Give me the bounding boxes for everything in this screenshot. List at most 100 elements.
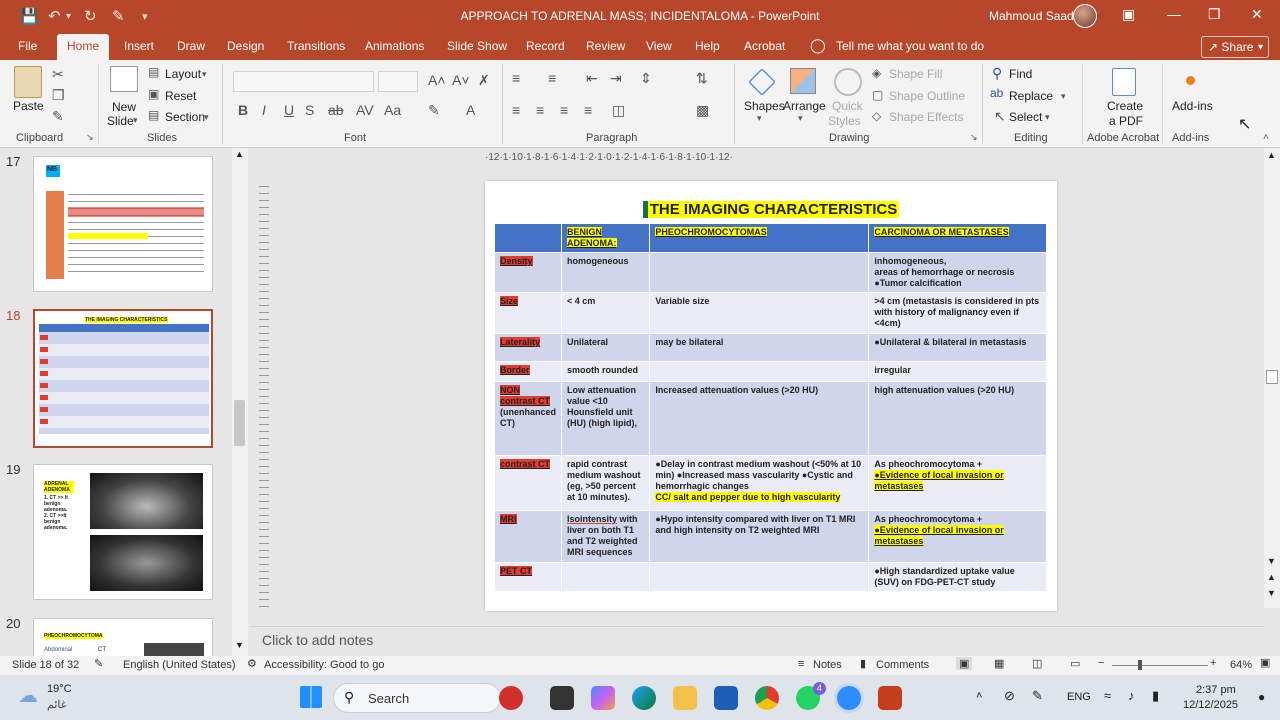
shape-fill-button[interactable]: Shape Fill	[889, 67, 942, 81]
shadow-icon[interactable]: S	[305, 102, 314, 118]
chevron-down-icon[interactable]: ▾	[202, 69, 207, 80]
show-hidden-icon[interactable]: ˄	[976, 690, 982, 702]
file-explorer-icon[interactable]	[673, 686, 697, 710]
char-spacing-icon[interactable]: AV	[356, 102, 374, 118]
chrome-icon[interactable]	[755, 686, 779, 710]
shape-effects-icon[interactable]: ◇	[872, 109, 881, 123]
language-status[interactable]: English (United States)	[123, 659, 236, 671]
reading-view-icon[interactable]: ◫	[1032, 657, 1042, 670]
minimize-icon[interactable]: —	[1167, 6, 1181, 22]
underline-icon[interactable]: U	[284, 102, 294, 118]
volume-icon[interactable]: ♪	[1128, 688, 1135, 703]
imaging-table[interactable]: BENIGN ADENOMA: PHEOCHROMOCYTOMAS CARCIN…	[495, 224, 1047, 592]
tab-animations[interactable]: Animations	[365, 39, 424, 53]
zoom-level[interactable]: 64%	[1230, 659, 1252, 671]
copilot-icon[interactable]	[591, 686, 615, 710]
zoom-app-icon[interactable]	[837, 686, 861, 710]
highlight-icon[interactable]: ✎	[428, 102, 440, 119]
italic-icon[interactable]: I	[262, 102, 266, 118]
arrange-button[interactable]: Arrange	[783, 99, 826, 113]
edge-icon[interactable]	[632, 686, 656, 710]
clock-time[interactable]: 2:37 pm	[1196, 684, 1236, 696]
paste-button[interactable]: Paste	[13, 99, 44, 113]
addins-button[interactable]: Add-ins	[1172, 99, 1213, 113]
increase-indent-icon[interactable]: ⇥	[610, 70, 622, 87]
align-left-icon[interactable]: ≡	[512, 102, 520, 118]
slideshow-icon[interactable]: ▭	[1070, 657, 1080, 670]
wifi-icon[interactable]: ≈	[1104, 688, 1111, 703]
smartart-icon[interactable]: ▩	[696, 102, 709, 119]
notes-placeholder[interactable]: Click to add notes	[262, 632, 373, 648]
accessibility-status[interactable]: Accessibility: Good to go	[264, 659, 384, 671]
slide-thumbnail-19[interactable]: ADRENAL ADENOMA 1. CT >> It benign adenoma…	[33, 464, 213, 600]
section-icon[interactable]: ▤	[148, 108, 159, 122]
close-icon[interactable]: ✕	[1251, 6, 1263, 23]
notes-button[interactable]: Notes	[813, 659, 842, 671]
reset-icon[interactable]: ▣	[148, 87, 159, 101]
scroll-thumb[interactable]	[1266, 370, 1278, 384]
scroll-thumb[interactable]	[234, 400, 245, 446]
task-view-icon[interactable]	[550, 686, 574, 710]
find-icon[interactable]: ⚲	[992, 65, 1002, 82]
justify-icon[interactable]: ≡	[584, 102, 592, 118]
pdf-icon[interactable]	[1112, 68, 1136, 96]
comments-button[interactable]: Comments	[876, 659, 929, 671]
scroll-down-icon[interactable]: ▼	[1267, 556, 1276, 566]
taskbar-search[interactable]: ⚲ Search	[333, 683, 501, 713]
spellcheck-icon[interactable]: ✎	[94, 657, 103, 670]
powerpoint-icon[interactable]	[878, 686, 902, 710]
paste-icon[interactable]	[14, 66, 42, 98]
share-dropdown-icon[interactable]: ▾	[1258, 42, 1263, 53]
shape-outline-button[interactable]: Shape Outline	[889, 89, 965, 103]
pen-icon[interactable]: ✎	[1032, 688, 1043, 704]
slide-thumbnail-18[interactable]: THE IMAGING CHARACTERISTICS	[33, 309, 213, 448]
create-pdf-label[interactable]: Create	[1107, 99, 1143, 113]
zoom-slider[interactable]	[1112, 665, 1208, 666]
new-slide-icon[interactable]	[110, 66, 138, 92]
tab-review[interactable]: Review	[586, 39, 625, 53]
line-spacing-icon[interactable]: ⇕	[640, 70, 652, 87]
shape-effects-button[interactable]: Shape Effects	[889, 110, 964, 124]
font-name-box[interactable]	[233, 71, 374, 92]
shape-outline-icon[interactable]: ▢	[872, 88, 883, 102]
align-right-icon[interactable]: ≡	[560, 102, 568, 118]
network-off-icon[interactable]: ⊘	[1004, 688, 1015, 704]
chevron-down-icon[interactable]: ▾	[1045, 112, 1050, 123]
next-slide-icon[interactable]: ▼	[1267, 588, 1276, 598]
scroll-up-icon[interactable]: ▲	[1267, 150, 1276, 160]
arrange-icon[interactable]	[790, 68, 816, 94]
input-language[interactable]: ENG	[1067, 691, 1091, 703]
store-icon[interactable]	[714, 686, 738, 710]
battery-icon[interactable]: ▮	[1152, 688, 1159, 704]
zoom-slider-thumb[interactable]	[1138, 660, 1142, 670]
chevron-down-icon[interactable]: ▾	[798, 113, 803, 124]
increase-font-icon[interactable]: A˄	[428, 72, 446, 88]
slide-canvas[interactable]: THE IMAGING CHARACTERISTICS BENIGN ADENO…	[485, 181, 1057, 611]
change-case-icon[interactable]: Aa	[384, 102, 401, 118]
thumbnail-scrollbar[interactable]: ▲ ▼	[232, 148, 248, 656]
restore-icon[interactable]: ❐	[1208, 6, 1221, 23]
new-slide-label-2[interactable]: Slide	[107, 114, 134, 128]
ribbon-display-icon[interactable]: ▣	[1122, 6, 1135, 23]
tab-record[interactable]: Record	[526, 39, 565, 53]
slide-thumbnail-20[interactable]: PHEOCHROMOCYTOMA Abdominal CT	[33, 618, 213, 656]
replace-button[interactable]: Replace	[1009, 89, 1053, 103]
columns-icon[interactable]: ◫	[612, 102, 625, 119]
notifications-bell-icon[interactable]: ●	[1258, 690, 1265, 704]
bullets-icon[interactable]: ≡	[512, 70, 520, 86]
slide-scrollbar[interactable]: ▲ ▼ ▲ ▼	[1264, 148, 1280, 608]
numbering-icon[interactable]: ≡	[548, 70, 556, 86]
quick-styles-icon[interactable]	[834, 68, 862, 96]
create-pdf-label-2[interactable]: a PDF	[1109, 114, 1143, 128]
fit-slide-icon[interactable]: ▣	[1260, 656, 1270, 669]
previous-slide-icon[interactable]: ▲	[1267, 572, 1276, 582]
font-color-icon[interactable]: A	[466, 102, 475, 118]
weather-temp[interactable]: 19°C	[47, 683, 72, 695]
section-button[interactable]: Section	[165, 110, 205, 124]
drawing-launcher-icon[interactable]: ↘	[970, 132, 978, 143]
new-slide-label[interactable]: New	[112, 100, 136, 114]
tab-acrobat[interactable]: Acrobat	[744, 39, 785, 53]
select-icon[interactable]: ↖	[994, 108, 1006, 125]
format-painter-icon[interactable]: ✎	[52, 108, 64, 125]
clipboard-launcher-icon[interactable]: ↘	[86, 132, 94, 143]
